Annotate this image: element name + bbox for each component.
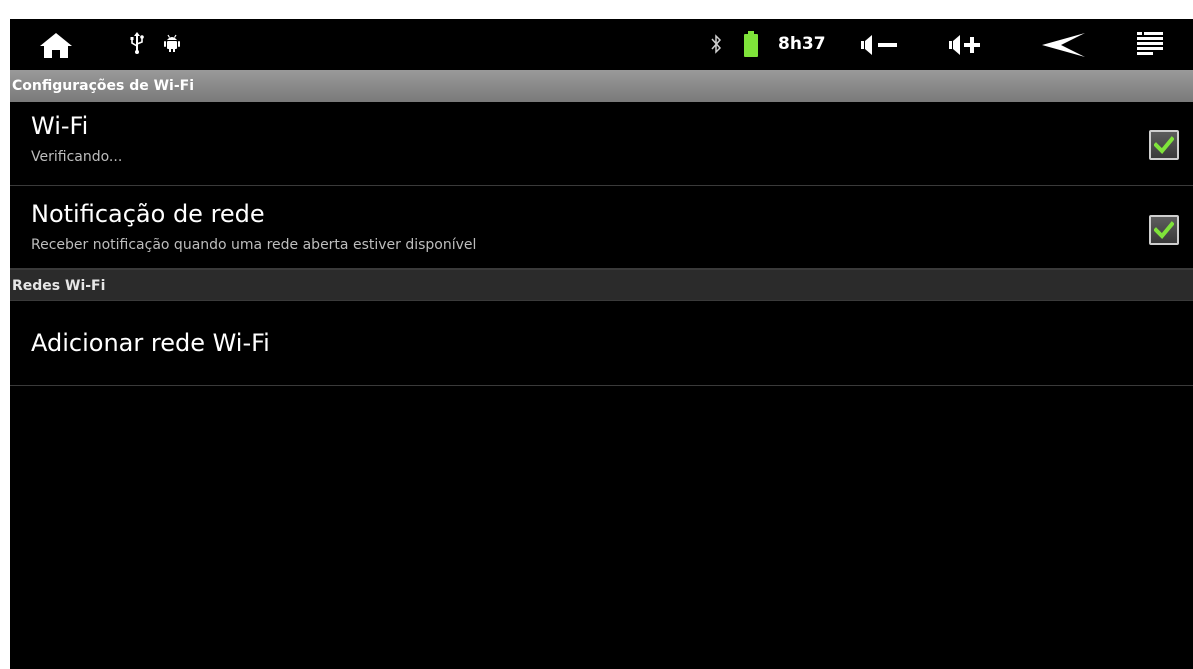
wifi-checkbox[interactable] <box>1149 130 1179 160</box>
category-header-wifi-settings: Configurações de Wi-Fi <box>10 70 1193 102</box>
bluetooth-icon <box>709 33 723 55</box>
add-wifi-network-title: Adicionar rede Wi-Fi <box>31 329 270 357</box>
usb-icon <box>128 32 146 54</box>
android-debug-icon <box>162 33 182 53</box>
pref-wifi[interactable]: Wi-Fi Verificando... <box>10 102 1193 186</box>
add-wifi-network-item[interactable]: Adicionar rede Wi-Fi <box>10 301 1193 386</box>
pref-network-notification-summary: Receber notificação quando uma rede aber… <box>31 237 477 253</box>
pref-wifi-title: Wi-Fi <box>31 112 89 140</box>
home-icon[interactable] <box>36 30 76 60</box>
volume-up-icon[interactable] <box>946 32 992 58</box>
volume-down-icon[interactable] <box>858 32 904 58</box>
back-icon[interactable] <box>1040 32 1088 58</box>
android-screen: 8h37 Configurações de Wi-Fi Wi-Fi Verifi… <box>10 19 1193 669</box>
battery-icon <box>743 30 759 58</box>
checkmark-icon <box>1154 136 1174 154</box>
checkmark-icon <box>1154 221 1174 239</box>
category-header-wifi-networks: Redes Wi-Fi <box>10 269 1193 301</box>
menu-icon[interactable] <box>1134 30 1166 58</box>
pref-wifi-summary: Verificando... <box>31 149 123 165</box>
status-bar: 8h37 <box>10 19 1193 70</box>
network-notification-checkbox[interactable] <box>1149 215 1179 245</box>
status-clock: 8h37 <box>778 34 826 54</box>
pref-network-notification-title: Notificação de rede <box>31 200 265 228</box>
pref-network-notification[interactable]: Notificação de rede Receber notificação … <box>10 186 1193 269</box>
